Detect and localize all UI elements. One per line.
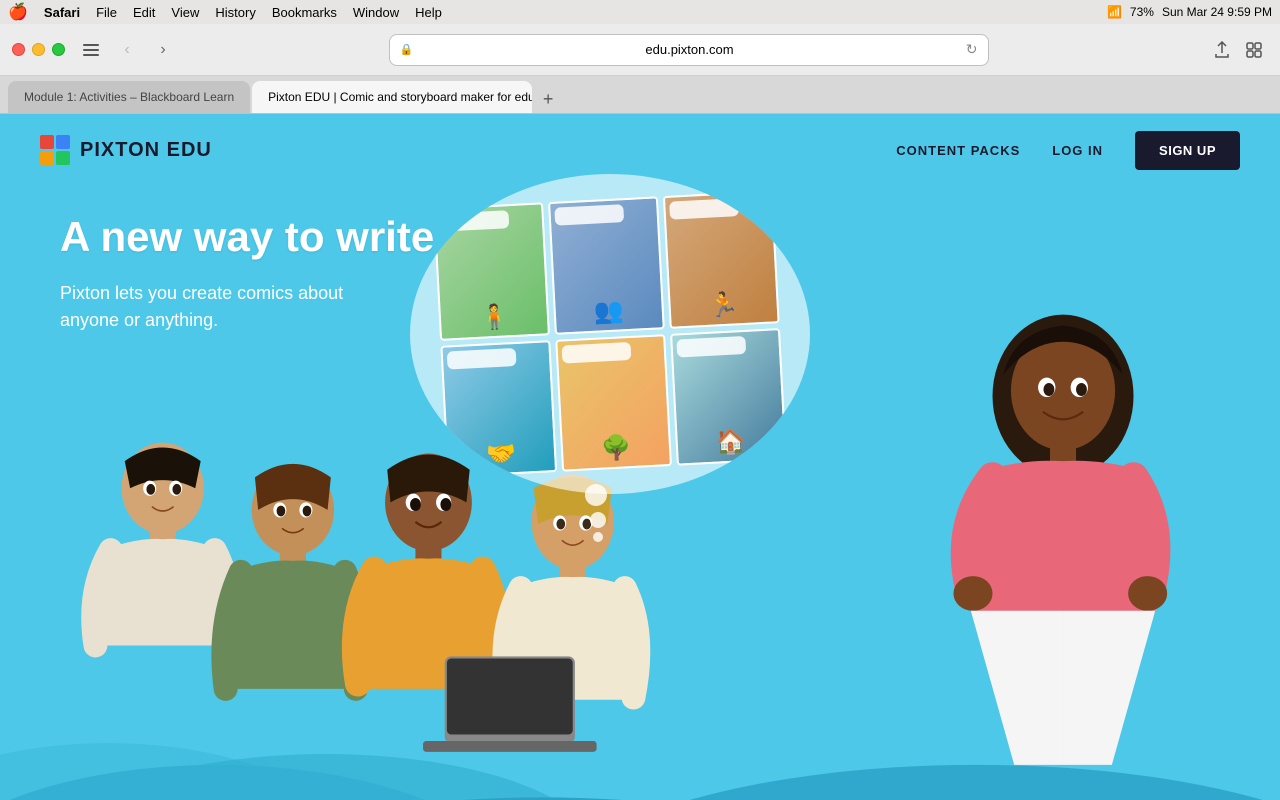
clock: Sun Mar 24 9:59 PM <box>1162 5 1272 19</box>
tab-pixton[interactable]: Pixton EDU | Comic and storyboard maker … <box>252 81 532 113</box>
logo-icon <box>40 135 70 165</box>
menubar-help[interactable]: Help <box>407 5 450 20</box>
pixton-logo[interactable]: PIXTON EDU <box>40 135 212 165</box>
menubar-status-area: 📶 73% Sun Mar 24 9:59 PM <box>1107 5 1272 19</box>
tab-blackboard[interactable]: Module 1: Activities – Blackboard Learn <box>8 81 250 113</box>
tabs-bar: Module 1: Activities – Blackboard Learn … <box>0 76 1280 114</box>
thought-bubble: 🧍 👥 🏃 <box>400 174 820 534</box>
logo-square-red <box>40 135 54 149</box>
bubble-dot-medium <box>590 512 606 528</box>
new-tab-button[interactable]: + <box>534 85 562 113</box>
menubar-safari[interactable]: Safari <box>36 5 88 20</box>
logo-square-yellow <box>40 151 54 165</box>
maximize-button[interactable] <box>52 43 65 56</box>
url-text: edu.pixton.com <box>419 42 960 57</box>
bubble-dot-large <box>585 484 607 506</box>
website-content: PIXTON EDU CONTENT PACKS LOG IN SIGN UP … <box>0 114 1280 800</box>
toolbar-actions <box>1208 36 1268 64</box>
tab-label-active: Pixton EDU | Comic and storyboard maker … <box>268 90 532 104</box>
bubble-dot-small <box>593 532 603 542</box>
lock-icon: 🔒 <box>400 43 414 56</box>
close-button[interactable] <box>12 43 25 56</box>
battery-indicator: 73% <box>1130 5 1154 19</box>
pixton-navbar: PIXTON EDU CONTENT PACKS LOG IN SIGN UP <box>0 114 1280 186</box>
menubar-window[interactable]: Window <box>345 5 407 20</box>
traffic-lights <box>12 43 65 56</box>
logo-square-green <box>56 151 70 165</box>
logo-square-blue <box>56 135 70 149</box>
comic-panel-4: 🤝 <box>440 340 557 478</box>
address-bar[interactable]: 🔒 edu.pixton.com ↻ <box>389 34 989 66</box>
minimize-button[interactable] <box>32 43 45 56</box>
share-icon <box>1214 41 1230 59</box>
back-button[interactable]: ‹ <box>113 36 141 64</box>
comic-panel-5: 🌳 <box>555 334 672 472</box>
browser-toolbar: ‹ › 🔒 edu.pixton.com ↻ <box>0 24 1280 76</box>
menubar-bookmarks[interactable]: Bookmarks <box>264 5 345 20</box>
reload-button[interactable]: ↻ <box>966 41 978 58</box>
hero-subtext: Pixton lets you create comics about anyo… <box>60 280 380 334</box>
hero-headline: A new way to write <box>60 214 434 260</box>
comic-panel-1: 🧍 <box>433 202 550 340</box>
comics-collage: 🧍 👥 🏃 <box>433 190 787 477</box>
wifi-icon: 📶 <box>1107 5 1122 19</box>
nav-content-packs[interactable]: CONTENT PACKS <box>896 143 1020 158</box>
menubar: 🍎 Safari File Edit View History Bookmark… <box>0 0 1280 24</box>
sidebar-icon <box>83 44 99 56</box>
bubble-shape: 🧍 👥 🏃 <box>410 174 810 494</box>
tab-label: Module 1: Activities – Blackboard Learn <box>24 90 234 104</box>
tab-grid-icon <box>1246 42 1262 58</box>
menubar-view[interactable]: View <box>163 5 207 20</box>
new-tab-grid-button[interactable] <box>1240 36 1268 64</box>
menubar-history[interactable]: History <box>207 5 263 20</box>
comic-panel-3: 🏃 <box>663 190 780 328</box>
hero-section: A new way to write Pixton lets you creat… <box>60 214 434 334</box>
nav-links: CONTENT PACKS LOG IN SIGN UP <box>896 131 1240 170</box>
signup-button[interactable]: SIGN UP <box>1135 131 1240 170</box>
browser-window: ‹ › 🔒 edu.pixton.com ↻ <box>0 24 1280 800</box>
sidebar-toggle-button[interactable] <box>77 36 105 64</box>
login-button[interactable]: LOG IN <box>1052 143 1103 158</box>
menubar-edit[interactable]: Edit <box>125 5 163 20</box>
forward-button[interactable]: › <box>149 36 177 64</box>
apple-menu[interactable]: 🍎 <box>8 2 28 22</box>
comic-panel-6: 🏠 <box>670 328 787 466</box>
logo-text: PIXTON EDU <box>80 139 212 162</box>
comic-panel-2: 👥 <box>548 196 665 334</box>
menubar-file[interactable]: File <box>88 5 125 20</box>
share-button[interactable] <box>1208 36 1236 64</box>
